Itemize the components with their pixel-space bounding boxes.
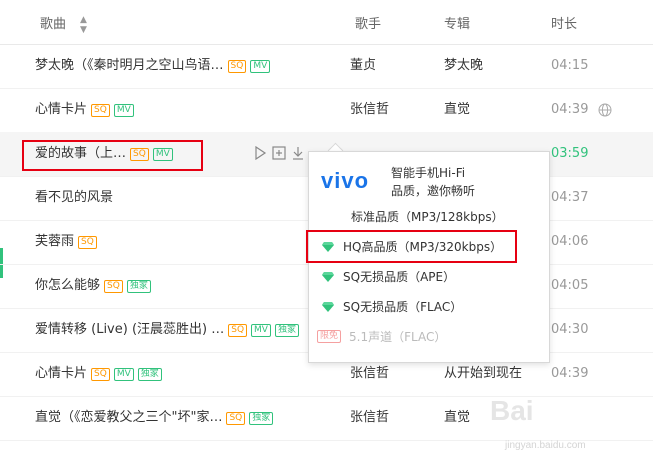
promo-line-1: 智能手机Hi-Fi: [391, 166, 466, 180]
artist[interactable]: 张信哲: [350, 396, 440, 440]
quality-option-sq-flac[interactable]: SQ无损品质（FLAC）: [321, 298, 462, 315]
duration: 04:37: [551, 190, 589, 205]
quality-label: 标准品质（MP3/128kbps）: [351, 210, 504, 224]
sq-badge: SQ: [91, 103, 110, 117]
sq-badge: SQ: [227, 59, 247, 73]
song-title[interactable]: 梦太晚（《秦时明月之空山鸟语…: [35, 44, 224, 88]
duration: 04:30: [551, 322, 589, 337]
song-title[interactable]: 直觉（《恋爱教父之三个"坏"家…: [35, 396, 222, 440]
header-title[interactable]: 歌曲: [40, 13, 66, 32]
free-limited-badge: 限免: [317, 330, 342, 343]
header-artist: 歌手: [355, 17, 382, 32]
promo-text[interactable]: 智能手机Hi-Fi 品质，邀你畅听: [391, 164, 475, 200]
quality-label: SQ无损品质（FLAC）: [343, 300, 463, 314]
quality-option-surround[interactable]: 限免 5.1声道（FLAC）: [317, 328, 446, 345]
baidu-watermark-url: jingyan.baidu.com: [505, 440, 586, 451]
song-title-cell: 爱情转移 (Live) (汪晨蕊胜出) … SQ MV 独家: [35, 308, 355, 352]
sq-badge: SQ: [130, 147, 149, 161]
song-title[interactable]: 心情卡片: [35, 352, 87, 396]
duration: 04:05: [551, 278, 589, 293]
mv-badge[interactable]: MV: [113, 103, 134, 117]
exclusive-badge: 独家: [274, 323, 299, 337]
duration: 04:39: [551, 366, 589, 381]
mv-badge[interactable]: MV: [251, 323, 271, 337]
song-title-cell: 芙蓉雨 SQ: [35, 220, 355, 264]
song-title[interactable]: 爱的故事（上…: [35, 132, 126, 176]
quality-popup: vivo 智能手机Hi-Fi 品质，邀你畅听 标准品质（MP3/128kbps）…: [308, 151, 550, 363]
row-actions: [253, 146, 305, 160]
song-title-cell: 梦太晚（《秦时明月之空山鸟语… SQ MV: [35, 44, 355, 88]
artist[interactable]: 张信哲: [350, 88, 440, 132]
song-title-cell: 直觉（《恋爱教父之三个"坏"家… SQ 独家: [35, 396, 355, 440]
promo-line-2: 品质，邀你畅听: [391, 184, 476, 198]
sq-badge: SQ: [228, 323, 248, 337]
sort-icon[interactable]: ▲ ▼: [80, 15, 87, 35]
download-icon[interactable]: [291, 146, 305, 160]
diamond-icon: [322, 271, 334, 282]
play-icon[interactable]: [253, 146, 267, 160]
exclusive-badge: 独家: [126, 279, 151, 293]
song-title[interactable]: 你怎么能够: [35, 264, 100, 308]
add-icon[interactable]: [272, 146, 286, 160]
header-duration: 时长: [551, 17, 578, 32]
album[interactable]: 梦太晚: [444, 44, 544, 88]
sq-badge: SQ: [226, 411, 246, 425]
baidu-watermark: Bai: [490, 395, 534, 426]
song-title[interactable]: 芙蓉雨: [35, 220, 74, 264]
duration: 04:06: [551, 234, 589, 249]
song-title-cell: 看不见的风景: [35, 176, 355, 220]
song-title-cell: 心情卡片 SQ MV: [35, 88, 355, 132]
exclusive-badge: 独家: [249, 411, 274, 425]
sq-badge: SQ: [91, 367, 110, 381]
sq-badge: SQ: [104, 279, 123, 293]
album[interactable]: 直觉: [444, 88, 544, 132]
header-album: 专辑: [444, 17, 471, 32]
vivo-logo[interactable]: vivo: [321, 168, 369, 194]
song-title[interactable]: 心情卡片: [35, 88, 87, 132]
artist[interactable]: 董贞: [350, 44, 440, 88]
diamond-icon: [322, 301, 334, 312]
table-row[interactable]: 直觉（《恋爱教父之三个"坏"家… SQ 独家 张信哲 直觉: [0, 396, 653, 441]
quality-label: 5.1声道（FLAC）: [349, 330, 447, 344]
quality-label: HQ高品质（MP3/320kbps）: [343, 240, 503, 254]
song-title-cell: 你怎么能够 SQ 独家: [35, 264, 355, 308]
diamond-icon: [322, 241, 334, 252]
duration: 04:39: [551, 102, 589, 117]
table-row[interactable]: 心情卡片 SQ MV 张信哲 直觉 04:39: [0, 88, 653, 133]
mv-badge[interactable]: MV: [113, 367, 134, 381]
sq-badge: SQ: [78, 235, 97, 249]
song-title-cell: 爱的故事（上… SQ MV: [35, 132, 355, 176]
duration: 04:15: [551, 58, 589, 73]
exclusive-badge: 独家: [137, 367, 162, 381]
mv-badge[interactable]: MV: [152, 147, 173, 161]
duration: 03:59: [551, 146, 589, 161]
song-title-cell: 心情卡片 SQ MV 独家: [35, 352, 355, 396]
quality-label: SQ无损品质（APE）: [343, 270, 456, 284]
quality-option-hq[interactable]: HQ高品质（MP3/320kbps）: [321, 238, 502, 255]
globe-icon[interactable]: [598, 103, 612, 117]
song-title[interactable]: 爱情转移 (Live) (汪晨蕊胜出) …: [35, 308, 224, 352]
quality-option-sq-ape[interactable]: SQ无损品质（APE）: [321, 268, 455, 285]
table-header: 歌曲 ▲ ▼ 歌手 专辑 时长: [0, 0, 653, 45]
mv-badge[interactable]: MV: [250, 59, 271, 73]
table-row[interactable]: 梦太晚（《秦时明月之空山鸟语… SQ MV 董贞 梦太晚 04:15: [0, 44, 653, 89]
quality-option-standard[interactable]: 标准品质（MP3/128kbps）: [351, 208, 504, 225]
song-title[interactable]: 看不见的风景: [35, 176, 113, 220]
